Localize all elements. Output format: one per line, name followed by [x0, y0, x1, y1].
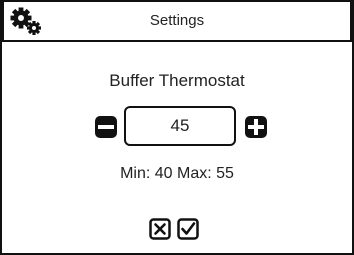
range-text: Min: 40 Max: 55	[120, 165, 234, 182]
increment-button[interactable]	[244, 115, 268, 139]
cancel-button[interactable]	[149, 218, 171, 240]
header-bar: Settings	[2, 0, 352, 42]
plus-icon	[245, 116, 267, 138]
settings-screen: Settings Buffer Thermostat 45 Min: 40 Ma…	[0, 0, 354, 255]
close-box-icon	[149, 218, 171, 240]
minus-icon	[95, 116, 117, 138]
confirm-button[interactable]	[177, 218, 199, 240]
value-display[interactable]: 45	[124, 106, 236, 146]
page-title: Settings	[149, 12, 205, 29]
setting-label: Buffer Thermostat	[109, 71, 245, 90]
decrement-button[interactable]	[94, 115, 118, 139]
check-box-icon	[177, 218, 199, 240]
